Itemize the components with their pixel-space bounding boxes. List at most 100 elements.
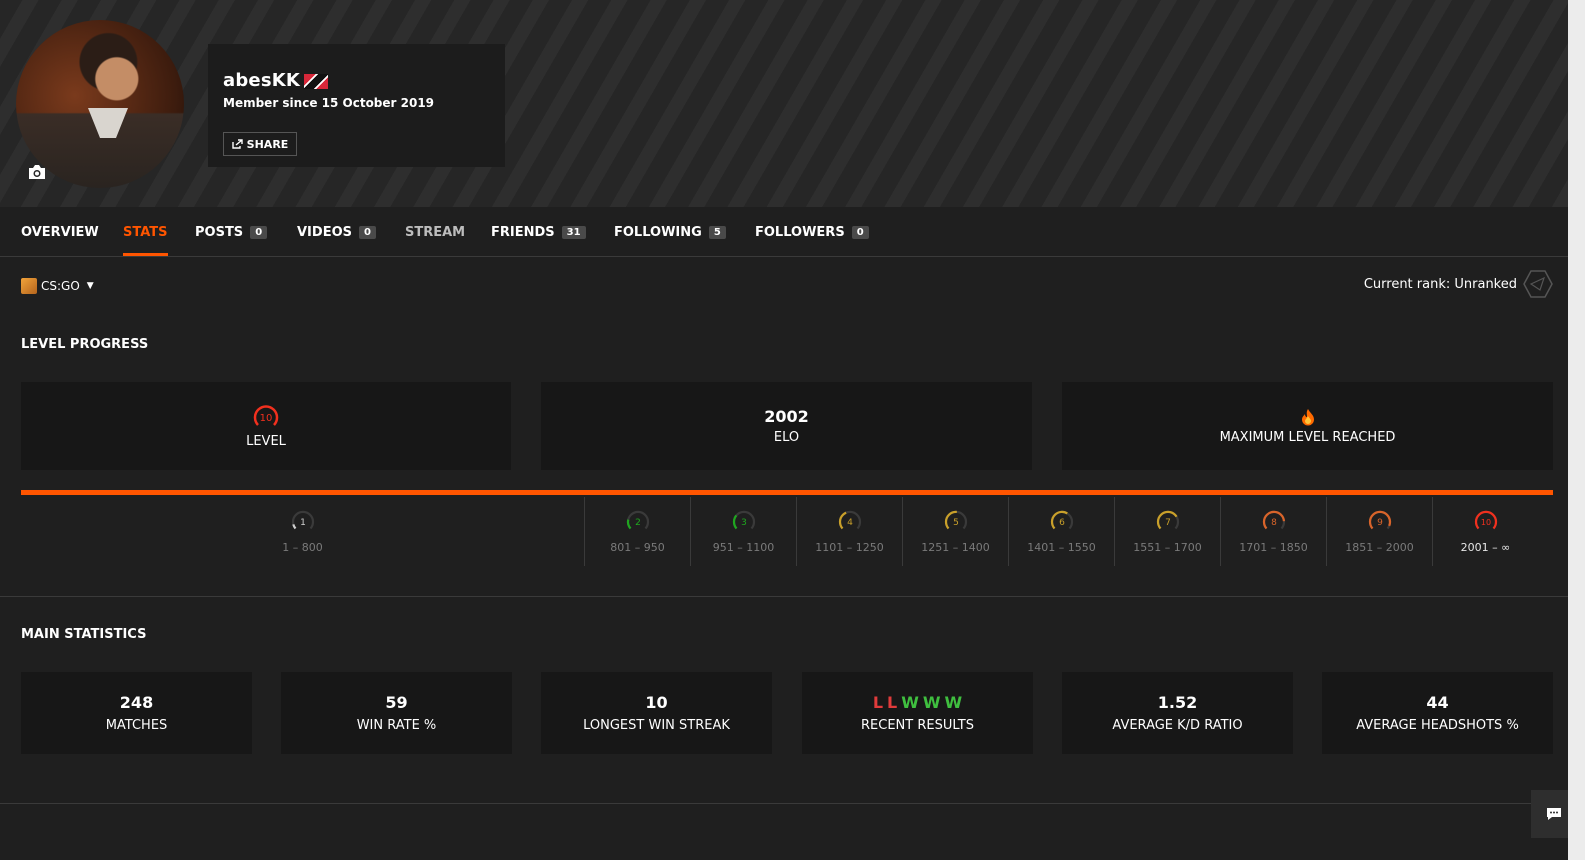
stat-value: 248 <box>119 693 154 712</box>
result-win: W <box>901 693 919 712</box>
level-7-badge-icon: 7 <box>1156 510 1179 530</box>
tab-count: 0 <box>851 225 869 239</box>
level-range-item: 4 1101 – 1250 <box>796 497 902 566</box>
level-range-label: 1851 – 2000 <box>1345 541 1414 554</box>
level-range-label: 1551 – 1700 <box>1133 541 1202 554</box>
level-range-item: 9 1851 – 2000 <box>1326 497 1432 566</box>
level-9-badge-icon: 9 <box>1368 510 1391 530</box>
level-badge-number: 6 <box>1059 518 1065 528</box>
stat-value: 59 <box>385 693 408 712</box>
stat-longest-win-streak: 10 LONGEST WIN STREAK <box>541 672 772 754</box>
stat-label: AVERAGE HEADSHOTS % <box>1356 718 1519 733</box>
level-badge-number: 3 <box>741 518 747 528</box>
stat-value: 44 <box>1426 693 1449 712</box>
tab-label: STATS <box>123 224 168 240</box>
game-selector[interactable]: CS:GO ▼ <box>21 277 94 295</box>
level-range-item: 5 1251 – 1400 <box>902 497 1008 566</box>
game-selector-label: CS:GO <box>41 279 80 293</box>
level-range-label: 1101 – 1250 <box>815 541 884 554</box>
level-card: 10 LEVEL <box>21 382 511 470</box>
level-badge-number: 5 <box>953 518 959 528</box>
fire-icon <box>1301 408 1314 425</box>
level-4-badge-icon: 4 <box>838 510 861 530</box>
level-badge-number: 1 <box>300 518 306 528</box>
stat-label: WIN RATE % <box>356 718 437 733</box>
level-range-label: 1 – 800 <box>282 541 323 554</box>
level-range-label: 951 – 1100 <box>712 541 775 554</box>
stat-matches: 248 MATCHES <box>21 672 252 754</box>
tab-posts[interactable]: POSTS 0 <box>195 207 268 257</box>
stat-label: RECENT RESULTS <box>861 718 974 733</box>
tab-stats[interactable]: STATS <box>123 207 168 257</box>
stat-label: LONGEST WIN STREAK <box>583 718 730 733</box>
level-10-badge-icon: 10 <box>253 404 279 426</box>
tab-count: 31 <box>561 225 586 239</box>
tab-label: STREAM <box>405 224 466 240</box>
tab-label: FOLLOWERS <box>755 224 845 240</box>
level-card-label: LEVEL <box>246 433 286 449</box>
level-8-badge-icon: 8 <box>1262 510 1285 530</box>
level-range-label: 2001 – ∞ <box>1460 541 1511 554</box>
level-badge-number: 4 <box>847 518 853 528</box>
result-win: W <box>922 693 941 712</box>
camera-icon[interactable] <box>26 162 48 182</box>
tab-friends[interactable]: FRIENDS 31 <box>491 207 586 257</box>
level-badge-number: 2 <box>635 518 641 528</box>
tab-label: POSTS <box>195 224 244 240</box>
main-statistics-title: MAIN STATISTICS <box>21 627 147 642</box>
level-badge-number: 10 <box>1480 518 1490 527</box>
stat-kd-ratio: 1.52 AVERAGE K/D RATIO <box>1062 672 1293 754</box>
level-range-item: 10 2001 – ∞ <box>1432 497 1538 566</box>
tab-label: FRIENDS <box>491 224 555 240</box>
level-5-badge-icon: 5 <box>944 510 967 530</box>
tab-label: VIDEOS <box>297 224 352 240</box>
stat-win-rate: 59 WIN RATE % <box>281 672 512 754</box>
profile-nickname: abesKK <box>223 70 301 91</box>
level-range-item: 7 1551 – 1700 <box>1114 497 1220 566</box>
level-range-label: 1401 – 1550 <box>1027 541 1096 554</box>
level-badge-number: 10 <box>260 413 273 424</box>
stat-value: 10 <box>645 693 668 712</box>
elo-card: 2002 ELO <box>541 382 1032 470</box>
max-level-label: MAXIMUM LEVEL REACHED <box>1219 429 1396 445</box>
csgo-game-icon <box>21 278 37 294</box>
section-divider <box>0 803 1568 804</box>
stat-recent-results: LLWWW RECENT RESULTS <box>802 672 1033 754</box>
current-rank: Current rank: Unranked <box>1364 270 1553 298</box>
elo-label: ELO <box>773 430 800 445</box>
share-button[interactable]: SHARE <box>223 132 297 156</box>
tab-videos[interactable]: VIDEOS 0 <box>297 207 376 257</box>
level-6-badge-icon: 6 <box>1050 510 1073 530</box>
elo-value: 2002 <box>764 407 809 426</box>
level-badge-number: 7 <box>1165 518 1171 528</box>
tab-stream[interactable]: STREAM <box>405 207 465 257</box>
tab-count: 5 <box>708 225 726 239</box>
profile-card: abesKK Member since 15 October 2019 SHAR… <box>208 44 505 167</box>
tab-label: FOLLOWING <box>614 224 702 240</box>
level-range-label: 801 – 950 <box>610 541 665 554</box>
level-2-badge-icon: 2 <box>626 510 649 530</box>
level-range-item: 1 1 – 800 <box>21 497 584 566</box>
current-rank-label: Current rank: Unranked <box>1363 276 1517 292</box>
level-range-label: 1701 – 1850 <box>1239 541 1308 554</box>
stat-headshots: 44 AVERAGE HEADSHOTS % <box>1322 672 1553 754</box>
level-range-item: 8 1701 – 1850 <box>1220 497 1326 566</box>
tab-overview[interactable]: OVERVIEW <box>21 207 99 257</box>
stat-label: AVERAGE K/D RATIO <box>1112 718 1243 733</box>
trinidad-and-tobago-flag-icon <box>304 74 328 89</box>
profile-banner: abesKK Member since 15 October 2019 SHAR… <box>0 0 1568 207</box>
level-range-item: 2 801 – 950 <box>584 497 690 566</box>
recent-results-list: LLWWW <box>873 693 962 712</box>
profile-tabs: OVERVIEW STATS POSTS 0 VIDEOS 0 STREAM FRI… <box>0 207 1568 257</box>
share-label: SHARE <box>246 137 289 151</box>
tab-following[interactable]: FOLLOWING 5 <box>614 207 726 257</box>
result-win: W <box>944 693 963 712</box>
level-range-item: 6 1401 – 1550 <box>1008 497 1114 566</box>
tab-followers[interactable]: FOLLOWERS 0 <box>755 207 869 257</box>
share-icon <box>231 139 243 149</box>
level-progress-bar <box>21 490 1553 495</box>
scrollbar[interactable] <box>1568 0 1585 860</box>
level-badge-number: 8 <box>1271 518 1277 528</box>
tab-count: 0 <box>250 225 268 239</box>
result-loss: L <box>887 693 898 712</box>
